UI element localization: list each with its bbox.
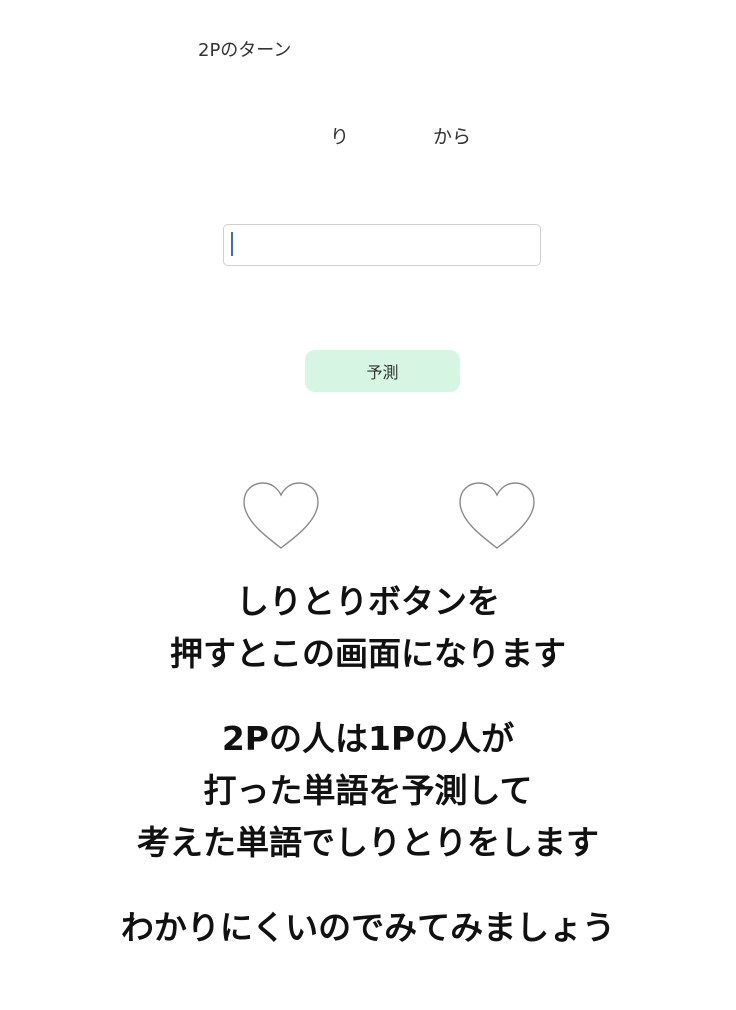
heart-outline-icon[interactable]: [241, 480, 321, 552]
text-caret: [231, 232, 233, 256]
word-input[interactable]: [223, 224, 541, 266]
caption-block-3: わかりにくいのでみてみましょう: [0, 902, 736, 954]
caption-line: しりとりボタンを: [236, 582, 500, 621]
caption-line: 押すとこの画面になります: [170, 634, 566, 673]
heart-outline-icon[interactable]: [457, 480, 537, 552]
caption-line: 打った単語を予測して: [203, 771, 533, 810]
turn-label: 2Pのターン: [198, 40, 292, 61]
predict-button[interactable]: 予測: [305, 350, 460, 392]
caption-line: わかりにくいのでみてみましょう: [120, 908, 616, 947]
caption-line: 2Pの人は1Pの人が: [221, 719, 515, 758]
prompt-suffix: から: [433, 126, 472, 148]
prompt-char: り: [330, 126, 350, 148]
caption-block-1: しりとりボタンを 押すとこの画面になります: [0, 576, 736, 680]
caption-line: 考えた単語でしりとりをします: [137, 823, 599, 862]
caption-block-2: 2Pの人は1Pの人が 打った単語を予測して 考えた単語でしりとりをします: [0, 713, 736, 869]
